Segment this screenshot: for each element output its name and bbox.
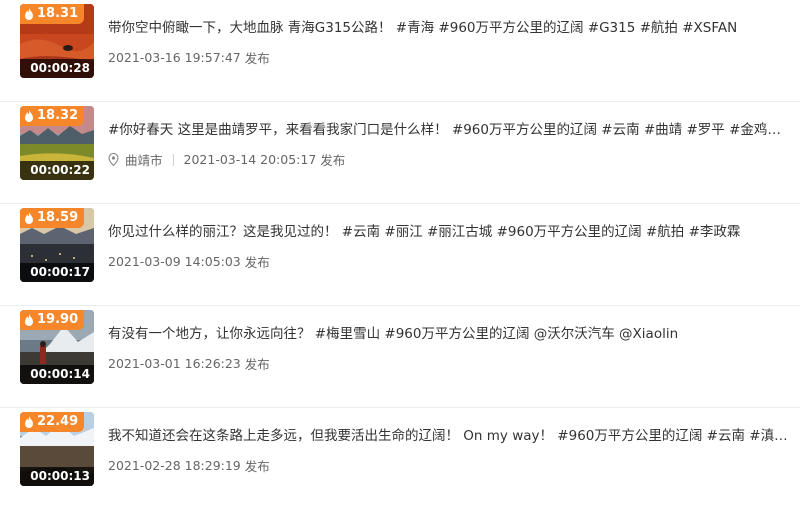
video-meta: 2021-03-16 19:57:47 发布 [108, 48, 270, 67]
video-meta: 2021-02-28 18:29:19 发布 [108, 456, 270, 475]
publish-datetime: 2021-03-01 16:26:23 [108, 356, 241, 371]
publish-datetime: 2021-03-14 20:05:17 [183, 152, 317, 167]
location-pin-icon [108, 153, 119, 166]
video-title[interactable]: 我不知道还会在这条路上走多远，但我要活出生命的辽阔！ On my way！ #9… [108, 424, 788, 444]
video-thumbnail[interactable]: 22.49 00:00:13 [20, 412, 94, 486]
location-name: 曲靖市 [125, 153, 163, 168]
heat-value: 22.49 [37, 414, 79, 429]
video-duration: 00:00:22 [20, 161, 94, 180]
heat-value: 19.90 [37, 312, 79, 327]
divider [172, 153, 174, 166]
publish-datetime: 2021-03-09 14:05:03 [108, 254, 241, 269]
video-thumbnail[interactable]: 18.59 00:00:17 [20, 208, 94, 282]
publish-label: 发布 [244, 51, 270, 66]
heat-value: 18.32 [37, 108, 79, 123]
video-list: 18.31 00:00:28 带你空中俯瞰一下，大地血脉 青海G315公路！ #… [0, 0, 800, 510]
publish-label: 发布 [244, 459, 270, 474]
heat-value: 18.59 [37, 210, 79, 225]
flame-icon [25, 110, 33, 122]
flame-icon [25, 212, 33, 224]
publish-label: 发布 [244, 255, 270, 270]
location[interactable]: 曲靖市 [108, 150, 163, 169]
flame-icon [25, 8, 33, 20]
heat-value: 18.31 [37, 6, 79, 21]
video-title[interactable]: #你好春天 这里是曲靖罗平，来看看我家门口是什么样！ #960万平方公里的辽阔 … [108, 118, 788, 138]
list-item[interactable]: 18.59 00:00:17 你见过什么样的丽江？这是我见过的！ #云南 #丽江… [0, 204, 800, 306]
video-duration: 00:00:17 [20, 263, 94, 282]
video-duration: 00:00:13 [20, 467, 94, 486]
video-title[interactable]: 带你空中俯瞰一下，大地血脉 青海G315公路！ #青海 #960万平方公里的辽阔… [108, 16, 788, 36]
video-meta: 2021-03-01 16:26:23 发布 [108, 354, 270, 373]
publish-datetime: 2021-02-28 18:29:19 [108, 458, 241, 473]
video-title[interactable]: 有没有一个地方，让你永远向往？ #梅里雪山 #960万平方公里的辽阔 @沃尔沃汽… [108, 322, 788, 342]
video-thumbnail[interactable]: 18.31 00:00:28 [20, 4, 94, 78]
video-thumbnail[interactable]: 18.32 00:00:22 [20, 106, 94, 180]
video-title[interactable]: 你见过什么样的丽江？这是我见过的！ #云南 #丽江 #丽江古城 #960万平方公… [108, 220, 788, 240]
flame-icon [25, 314, 33, 326]
heat-badge: 22.49 [20, 412, 85, 432]
list-item[interactable]: 19.90 00:00:14 有没有一个地方，让你永远向往？ #梅里雪山 #96… [0, 306, 800, 408]
list-item[interactable]: 18.31 00:00:28 带你空中俯瞰一下，大地血脉 青海G315公路！ #… [0, 0, 800, 102]
list-item[interactable]: 18.32 00:00:22 #你好春天 这里是曲靖罗平，来看看我家门口是什么样… [0, 102, 800, 204]
publish-label: 发布 [244, 357, 270, 372]
video-duration: 00:00:28 [20, 59, 94, 78]
video-thumbnail[interactable]: 19.90 00:00:14 [20, 310, 94, 384]
heat-badge: 19.90 [20, 310, 85, 330]
heat-badge: 18.31 [20, 4, 85, 24]
video-duration: 00:00:14 [20, 365, 94, 384]
list-item[interactable]: 22.49 00:00:13 我不知道还会在这条路上走多远，但我要活出生命的辽阔… [0, 408, 800, 510]
heat-badge: 18.32 [20, 106, 85, 126]
publish-datetime: 2021-03-16 19:57:47 [108, 50, 241, 65]
video-meta: 2021-03-09 14:05:03 发布 [108, 252, 270, 271]
video-meta: 曲靖市 2021-03-14 20:05:17 发布 [108, 150, 345, 169]
flame-icon [25, 416, 33, 428]
heat-badge: 18.59 [20, 208, 85, 228]
publish-label: 发布 [320, 153, 346, 168]
